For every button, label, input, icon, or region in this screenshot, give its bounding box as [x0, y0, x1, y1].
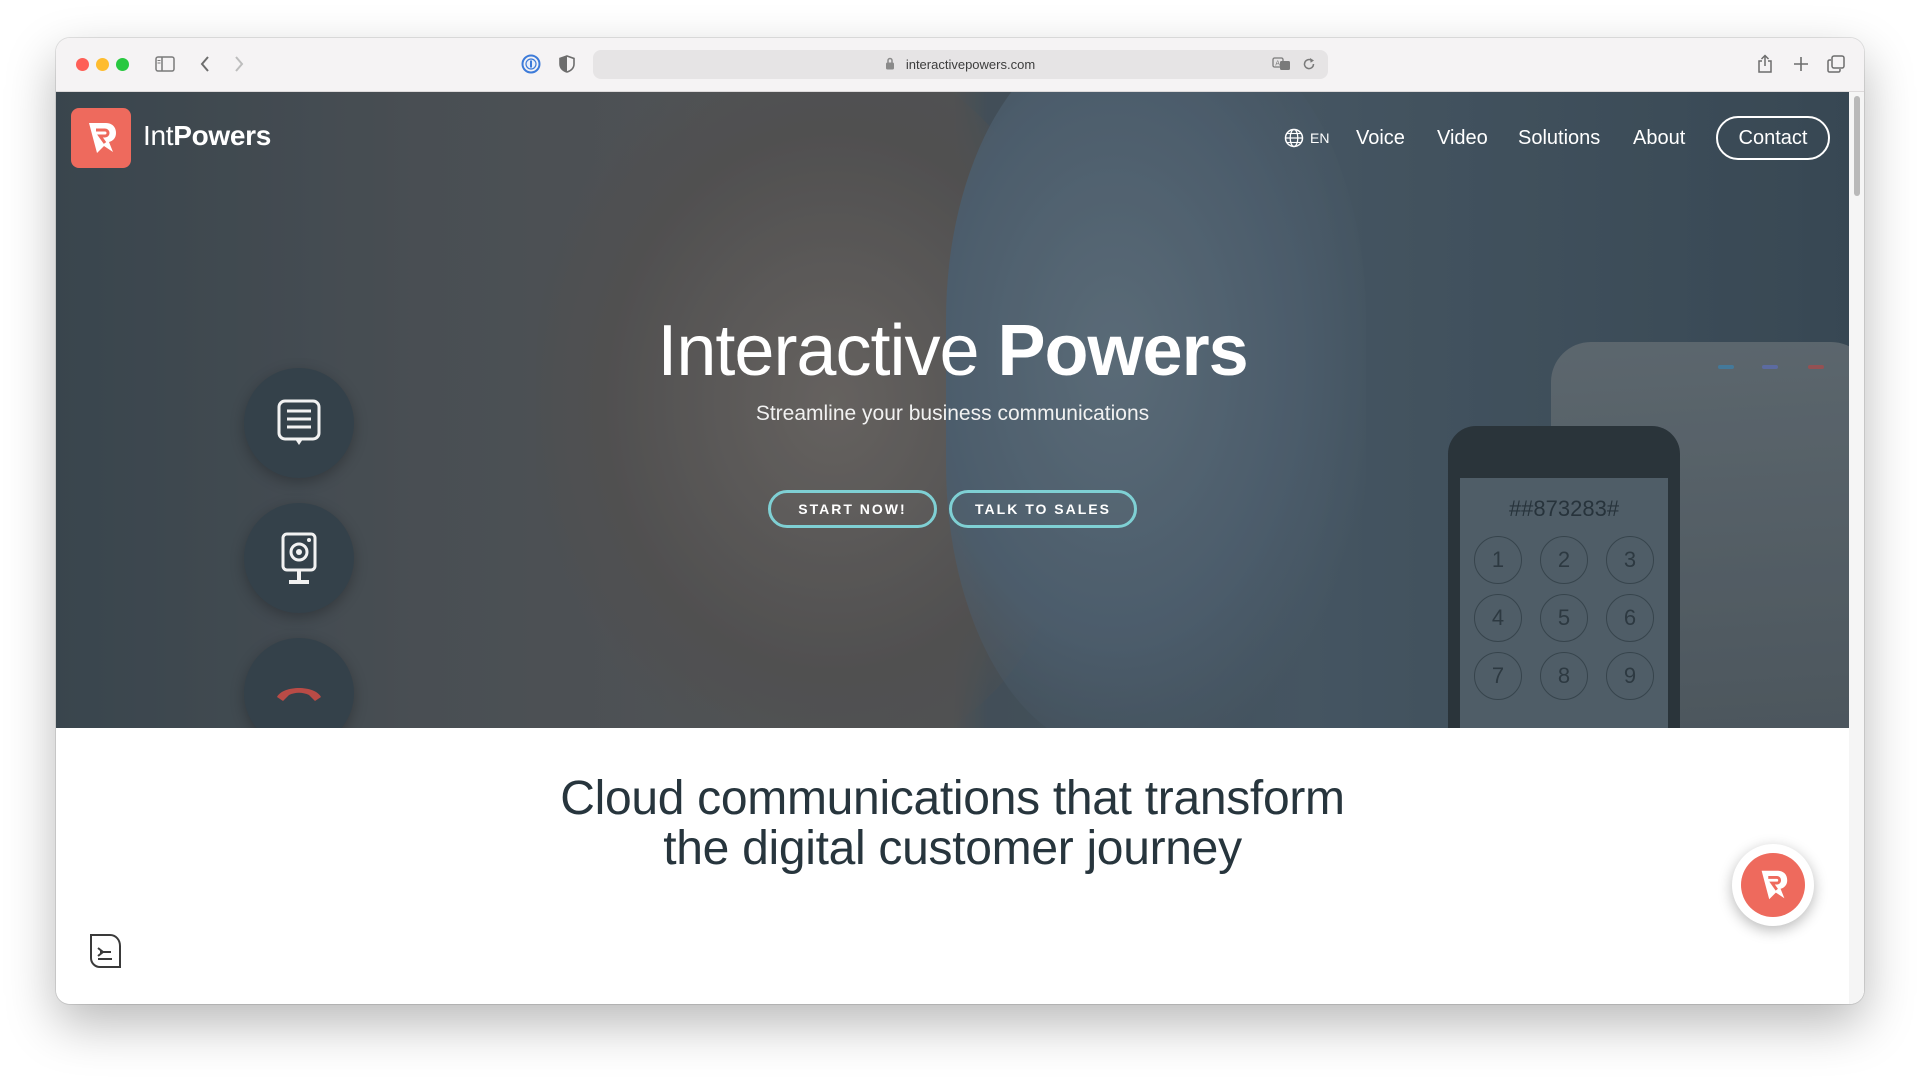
browser-toolbar: interactivepowers.com A — [56, 38, 1864, 92]
url-text: interactivepowers.com — [905, 57, 1036, 72]
chat-widget-logo-icon — [1741, 853, 1805, 917]
nav-about[interactable]: About — [1633, 120, 1685, 156]
shield-icon[interactable] — [556, 51, 578, 77]
cookie-settings-icon[interactable] — [86, 930, 124, 977]
talk-to-sales-button[interactable]: TALK TO SALES — [949, 490, 1137, 528]
logo-text-light: Int — [143, 120, 174, 151]
tabs-icon[interactable] — [1824, 51, 1848, 77]
share-icon[interactable] — [1754, 51, 1776, 77]
language-selector[interactable]: EN — [1284, 120, 1329, 156]
svg-text:A: A — [1275, 60, 1280, 68]
nav-voice[interactable]: Voice — [1356, 120, 1405, 156]
plus-icon[interactable] — [1790, 51, 1812, 77]
close-window-button[interactable] — [76, 58, 89, 71]
language-label: EN — [1310, 130, 1330, 146]
back-icon[interactable] — [194, 51, 216, 77]
web-page: ##873283# 1 2 3 4 5 6 7 8 9 IntPowers EN… — [56, 92, 1864, 1004]
contact-button[interactable]: Contact — [1716, 116, 1830, 160]
webcam-icon — [244, 503, 354, 613]
start-now-button[interactable]: START NOW! — [768, 490, 937, 528]
logo-wordmark[interactable]: IntPowers — [143, 120, 271, 152]
logo-text-bold: Powers — [173, 120, 272, 151]
headline-line-2: the digital customer journey — [663, 822, 1242, 875]
reload-icon[interactable] — [1302, 57, 1316, 76]
translate-icon[interactable]: A — [1272, 56, 1292, 77]
password-icon[interactable] — [520, 51, 542, 77]
address-bar[interactable]: interactivepowers.com A — [593, 50, 1328, 79]
hero-title-light: Interactive — [657, 311, 998, 391]
sidebar-icon[interactable] — [152, 51, 178, 77]
hero-subtitle: Streamline your business communications — [755, 402, 1150, 425]
globe-icon — [1284, 128, 1304, 148]
hero-title: Interactive Powers — [56, 310, 1849, 392]
headline-line-1: Cloud communications that transform — [560, 772, 1345, 825]
forward-icon[interactable] — [228, 51, 250, 77]
logo-icon[interactable] — [71, 108, 131, 168]
zoom-window-button[interactable] — [116, 58, 129, 71]
nav-solutions[interactable]: Solutions — [1518, 120, 1600, 156]
scrollbar-track[interactable] — [1849, 92, 1864, 1004]
hero-banner: ##873283# 1 2 3 4 5 6 7 8 9 IntPowers EN… — [56, 92, 1849, 728]
scrollbar-thumb[interactable] — [1854, 96, 1860, 196]
section-headline: Cloud communications that transform the … — [56, 774, 1849, 874]
hero-title-bold: Powers — [997, 311, 1249, 391]
chat-widget-button[interactable] — [1732, 844, 1814, 926]
nav-video[interactable]: Video — [1437, 120, 1488, 156]
minimize-window-button[interactable] — [96, 58, 109, 71]
browser-window: interactivepowers.com A ##873283# 1 2 3 … — [56, 38, 1864, 1004]
